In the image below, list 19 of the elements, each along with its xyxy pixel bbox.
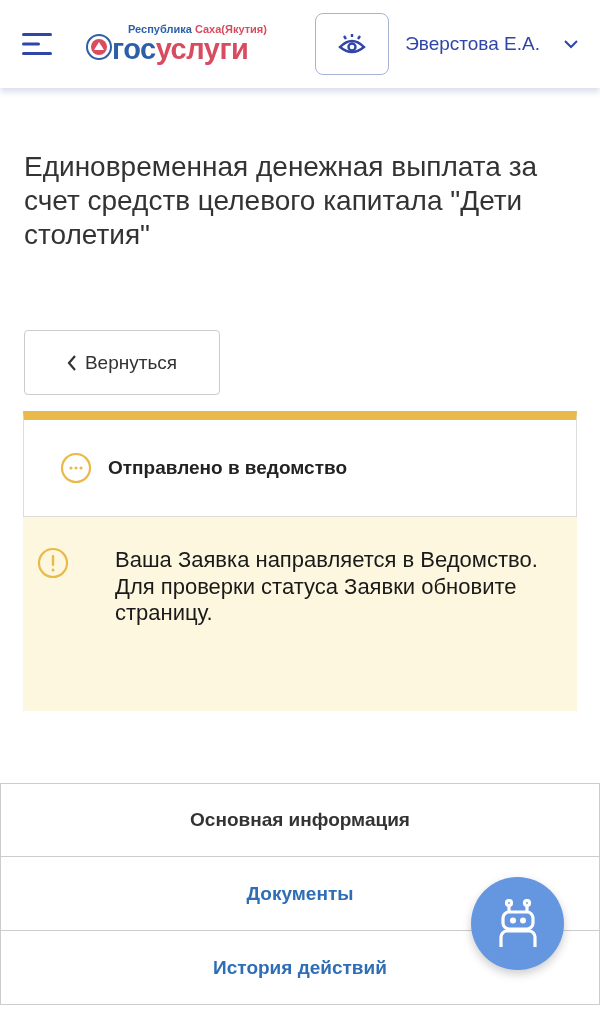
region-label: Республика Саха(Якутия)	[127, 24, 267, 35]
tab[interactable]: Документы	[0, 857, 600, 932]
tab[interactable]: Основная информация	[0, 783, 600, 858]
page-title: Единовременная денежная выплата за счет средств целевого капитала "Дети столетия"	[24, 150, 539, 253]
user-name[interactable]: Эверстова Е.А.	[405, 29, 540, 59]
emblem-icon	[86, 34, 112, 60]
more-icon	[60, 452, 92, 485]
status-label: Отправлено в ведомство	[108, 456, 347, 481]
menu-icon[interactable]	[22, 33, 52, 55]
robot-icon	[496, 898, 539, 949]
chevron-left-icon	[66, 354, 77, 371]
back-button[interactable]: Вернуться	[24, 330, 220, 396]
accessibility-button[interactable]	[315, 13, 390, 75]
eye-icon	[338, 33, 367, 55]
chevron-down-icon[interactable]	[564, 39, 578, 49]
warning-icon	[37, 547, 69, 580]
tab[interactable]: История действий	[0, 931, 600, 1006]
logo-wordmark[interactable]: госуслуги	[112, 35, 267, 64]
notice-text: Ваша Заявка направляется в Ведомство. Для проверки статуса Заявки обновите страницу.	[115, 547, 539, 627]
